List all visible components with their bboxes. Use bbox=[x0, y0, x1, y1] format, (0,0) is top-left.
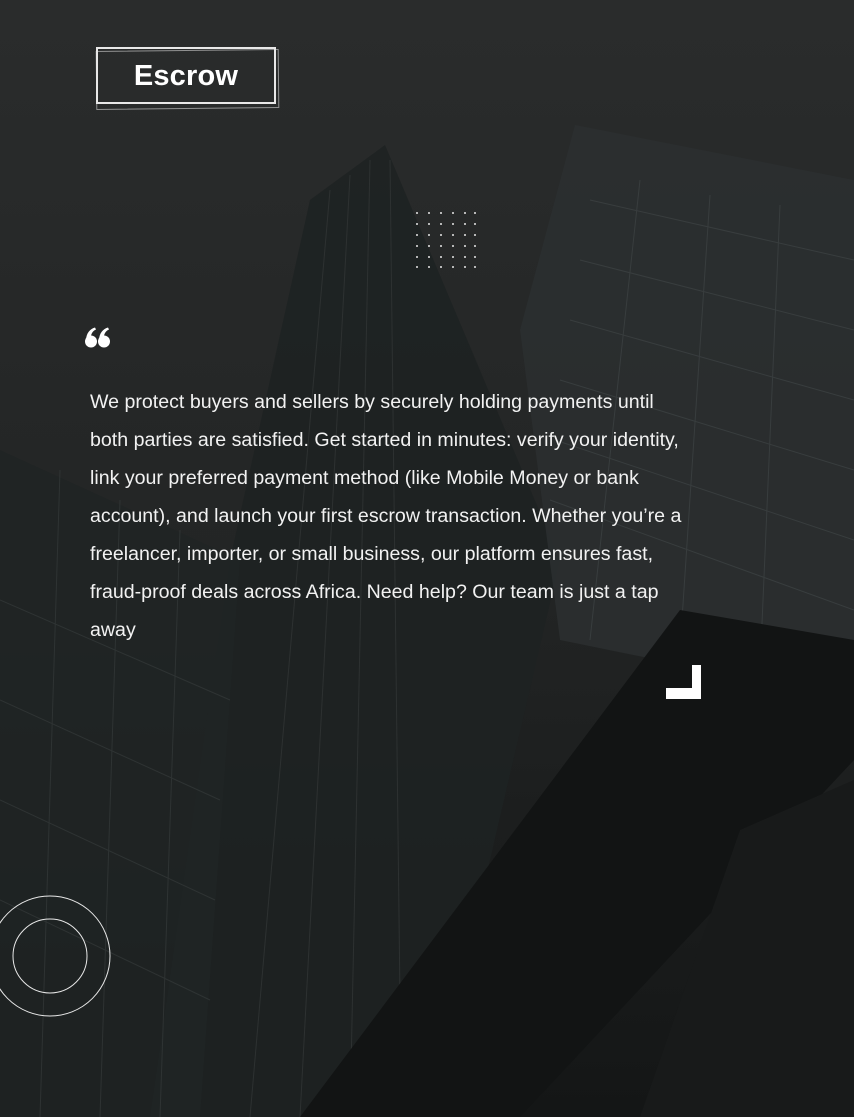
brand-logo[interactable]: Escrow bbox=[96, 47, 276, 104]
dot-grid-icon bbox=[416, 212, 476, 268]
concentric-circles-icon bbox=[0, 895, 111, 1017]
corner-bracket-icon bbox=[666, 665, 701, 699]
quote-open-icon bbox=[85, 327, 110, 348]
quote-text: We protect buyers and sellers by securel… bbox=[90, 391, 682, 641]
brand-logo-text: Escrow bbox=[133, 60, 239, 92]
